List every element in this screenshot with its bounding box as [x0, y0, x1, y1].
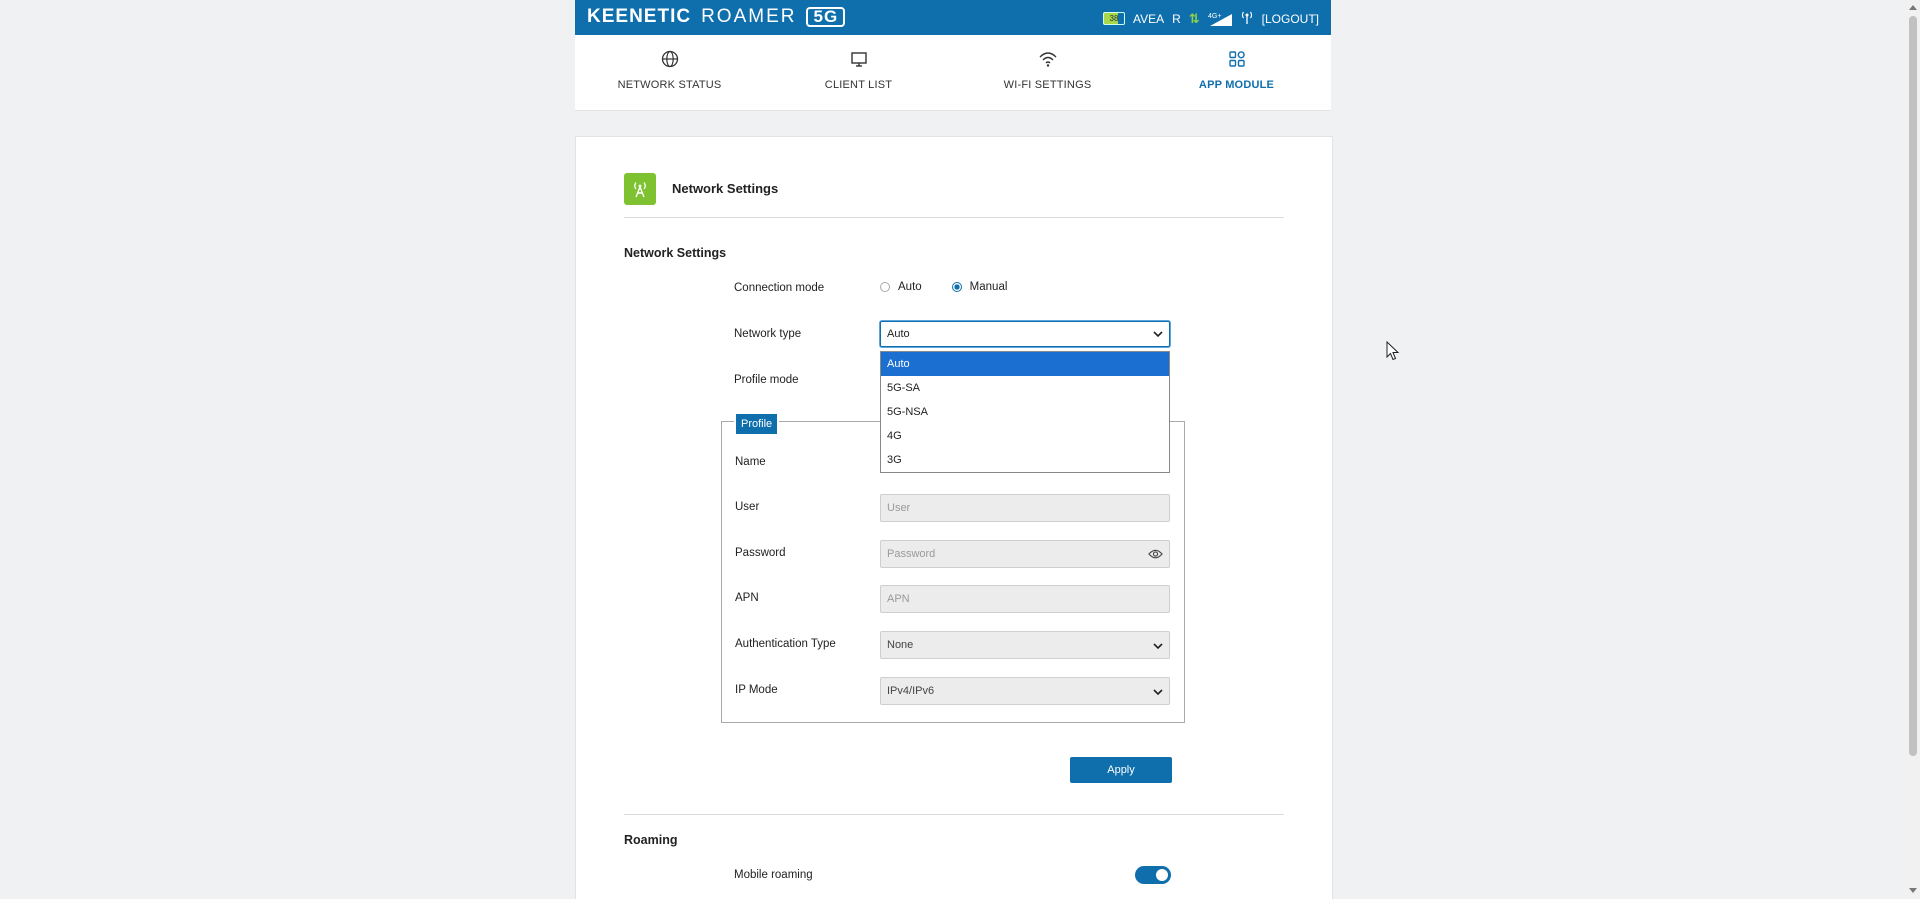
chevron-down-icon	[1153, 331, 1163, 338]
section-title-roaming: Roaming	[624, 833, 678, 847]
dropdown-option-auto[interactable]: Auto	[881, 352, 1169, 376]
apn-placeholder: APN	[887, 593, 910, 605]
radio-auto-label: Auto	[898, 281, 922, 293]
tab-label: APP MODULE	[1198, 79, 1275, 91]
dropdown-option-5g-sa[interactable]: 5G-SA	[881, 376, 1169, 400]
scroll-up-arrow-icon[interactable]	[1909, 5, 1917, 10]
user-placeholder: User	[887, 502, 911, 514]
tab-client-list[interactable]: CLIENT LIST	[764, 35, 953, 110]
chevron-down-icon	[1153, 643, 1163, 650]
page-scrollbar[interactable]	[1906, 0, 1920, 898]
status-area: 38 AVEA R ⇅ 4G+ [LOGOUT]	[1102, 10, 1319, 27]
mouse-cursor-icon	[1386, 341, 1400, 361]
brand-keenetic: KEENETIC	[587, 6, 692, 27]
connection-mode-radios: Auto Manual	[880, 281, 1037, 293]
mobile-roaming-toggle[interactable]	[1135, 866, 1171, 884]
network-type-dropdown-list: Auto 5G-SA 5G-NSA 4G 3G	[880, 351, 1170, 473]
profile-legend: Profile	[734, 412, 780, 436]
roaming-indicator: R	[1172, 11, 1181, 26]
tab-app-module[interactable]: APP MODULE	[1142, 35, 1331, 110]
apply-button[interactable]: Apply	[1070, 757, 1172, 783]
connection-mode-label: Connection mode	[734, 282, 825, 294]
divider	[624, 814, 1284, 815]
network-type-value: Auto	[887, 328, 910, 340]
globe-icon	[661, 50, 678, 68]
apn-label: APN	[735, 592, 759, 604]
tab-label: CLIENT LIST	[824, 79, 893, 91]
brand-5g-badge: 5G	[806, 7, 846, 27]
password-placeholder: Password	[887, 548, 936, 560]
signal-strength-icon: 4G+	[1208, 12, 1232, 26]
tab-wifi-settings[interactable]: WI-FI SETTINGS	[953, 35, 1142, 110]
section-title-network-settings: Network Settings	[624, 246, 727, 260]
radio-manual-label: Manual	[969, 281, 1008, 293]
apn-input[interactable]: APN	[880, 585, 1170, 613]
tab-label: NETWORK STATUS	[617, 79, 722, 91]
module-title: Network Settings	[672, 181, 779, 196]
brand-roamer: ROAMER	[701, 6, 797, 27]
battery-icon: 38	[1102, 12, 1125, 25]
tab-network-status[interactable]: NETWORK STATUS	[575, 35, 764, 110]
brand-logo: KEENETIC ROAMER 5G	[587, 6, 846, 28]
antenna-icon	[1240, 10, 1254, 27]
operator-name: AVEA	[1132, 11, 1165, 26]
auth-type-value: None	[887, 639, 914, 651]
apps-grid-icon	[1228, 51, 1245, 67]
network-gen-label: 4G+	[1208, 13, 1221, 20]
antenna-tower-icon	[624, 173, 656, 205]
mobile-roaming-label: Mobile roaming	[734, 869, 813, 881]
scroll-down-arrow-icon[interactable]	[1909, 888, 1917, 893]
password-input[interactable]: Password	[880, 540, 1170, 568]
name-label: Name	[735, 456, 766, 468]
auth-type-select[interactable]: None	[880, 631, 1170, 659]
logout-link[interactable]: [LOGOUT]	[1262, 12, 1319, 26]
dropdown-option-4g[interactable]: 4G	[881, 424, 1169, 448]
ip-mode-select[interactable]: IPv4/IPv6	[880, 677, 1170, 705]
content-card: Network Settings Network Settings Connec…	[575, 136, 1333, 899]
radio-manual[interactable]	[951, 282, 962, 292]
tab-label: WI-FI SETTINGS	[1003, 79, 1092, 91]
main-nav: NETWORK STATUS CLIENT LIST WI-FI SETTING…	[575, 35, 1331, 111]
wifi-icon	[1039, 52, 1056, 67]
dropdown-option-3g[interactable]: 3G	[881, 448, 1169, 472]
eye-icon[interactable]	[1148, 548, 1163, 560]
ip-mode-value: IPv4/IPv6	[887, 685, 935, 697]
password-label: Password	[735, 547, 786, 559]
ip-mode-label: IP Mode	[735, 684, 778, 696]
data-transfer-icon: ⇅	[1188, 10, 1200, 26]
radio-auto[interactable]	[880, 282, 890, 292]
network-type-select[interactable]: Auto	[880, 321, 1170, 347]
chevron-down-icon	[1153, 689, 1163, 696]
toggle-knob	[1156, 869, 1168, 881]
user-label: User	[735, 501, 760, 513]
top-header-bar: KEENETIC ROAMER 5G 38 AVEA R ⇅ 4G+ [LOGO…	[575, 0, 1331, 35]
auth-type-label: Authentication Type	[735, 638, 836, 650]
network-type-label: Network type	[734, 328, 802, 340]
scroll-thumb[interactable]	[1909, 16, 1917, 756]
profile-mode-label: Profile mode	[734, 374, 799, 386]
monitor-icon	[850, 52, 867, 67]
divider	[624, 217, 1284, 218]
user-input[interactable]: User	[880, 494, 1170, 522]
dropdown-option-5g-nsa[interactable]: 5G-NSA	[881, 400, 1169, 424]
